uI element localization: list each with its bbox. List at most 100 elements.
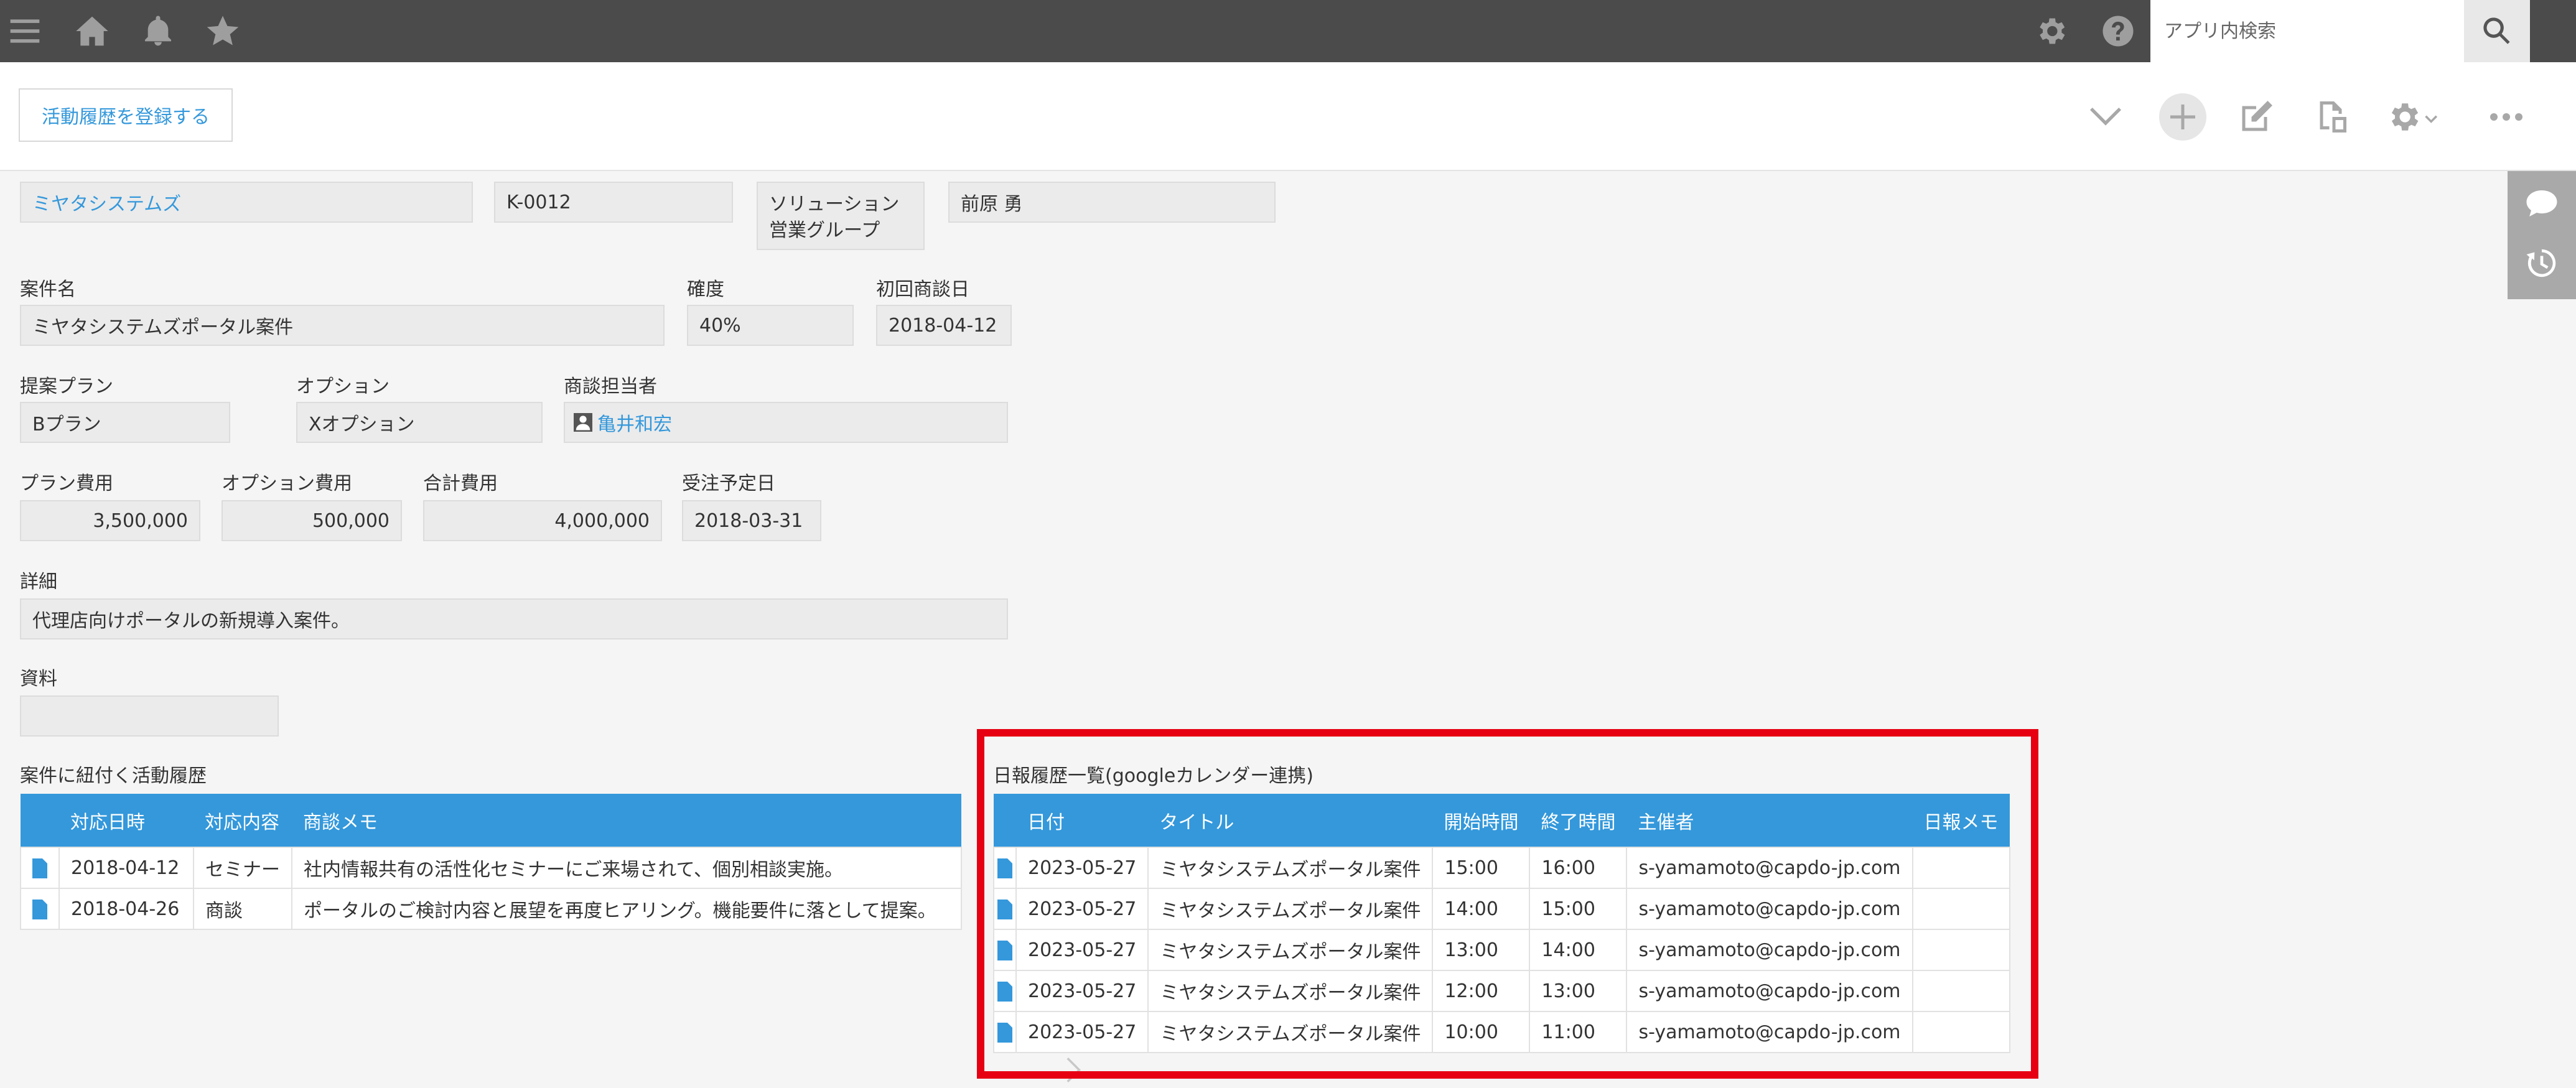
daily-icon-header bbox=[994, 794, 1016, 847]
gear-icon bbox=[2391, 103, 2438, 131]
search-input[interactable] bbox=[2150, 0, 2464, 62]
gear-icon[interactable] bbox=[2033, 14, 2068, 49]
table-row[interactable]: 2023-05-27 ミヤタシステムズポータル案件 14:00 15:00 s-… bbox=[993, 888, 2010, 930]
total-cost-label: 合計費用 bbox=[423, 473, 498, 495]
help-icon[interactable] bbox=[2101, 14, 2135, 49]
order-date-field: 2018-03-31 bbox=[682, 500, 821, 541]
total-cost-field: 4,000,000 bbox=[423, 500, 662, 541]
document-icon bbox=[997, 982, 1012, 1002]
document-icon bbox=[997, 941, 1012, 960]
daily-date: 2023-05-27 bbox=[1015, 1011, 1149, 1053]
star-icon[interactable] bbox=[205, 14, 240, 49]
table-row[interactable]: 2018-04-26 商談 ポータルのご検討内容と展望を再度ヒアリング。機能要件… bbox=[20, 888, 962, 930]
probability-label: 確度 bbox=[687, 279, 724, 300]
daily-memo bbox=[1911, 1011, 2010, 1053]
row-detail-link[interactable] bbox=[993, 888, 1017, 930]
side-panel bbox=[2508, 171, 2576, 299]
daily-title-cell: ミヤタシステムズポータル案件 bbox=[1147, 888, 1434, 930]
daily-date: 2023-05-27 bbox=[1015, 888, 1149, 930]
materials-field[interactable] bbox=[20, 695, 279, 737]
plus-icon[interactable] bbox=[2159, 93, 2206, 141]
owner-field: 前原 勇 bbox=[948, 182, 1276, 223]
detail-field: 代理店向けポータルの新規導入案件。 bbox=[20, 598, 1008, 639]
activity-date: 2018-04-26 bbox=[58, 888, 194, 930]
top-bar bbox=[0, 0, 2576, 62]
row-detail-link[interactable] bbox=[993, 847, 1017, 889]
activity-col-type: 対応内容 bbox=[194, 794, 292, 847]
bell-icon[interactable] bbox=[141, 14, 175, 49]
detail-label: 詳細 bbox=[20, 571, 57, 593]
daily-title-cell: ミヤタシステムズポータル案件 bbox=[1147, 1011, 1434, 1053]
search-button[interactable] bbox=[2464, 0, 2530, 62]
probability-field: 40% bbox=[687, 305, 854, 346]
activity-memo: ポータルのご検討内容と展望を再度ヒアリング。機能要件に落として提案。 bbox=[291, 888, 962, 930]
daily-start: 12:00 bbox=[1432, 970, 1531, 1012]
document-icon bbox=[32, 858, 47, 878]
daily-col-title: タイトル bbox=[1148, 794, 1433, 847]
table-row[interactable]: 2023-05-27 ミヤタシステムズポータル案件 15:00 16:00 s-… bbox=[993, 847, 2010, 889]
rep-field[interactable]: 亀井和宏 bbox=[564, 402, 1008, 443]
table-row[interactable]: 2018-04-12 セミナー 社内情報共有の活性化セミナーにご来場されて、個別… bbox=[20, 847, 962, 889]
record-toolbar: 活動履歴を登録する bbox=[0, 62, 2576, 171]
document-icon bbox=[997, 858, 1012, 878]
history-icon[interactable] bbox=[2524, 246, 2559, 281]
plan-field: Bプラン bbox=[20, 402, 230, 443]
daily-end: 15:00 bbox=[1529, 888, 1628, 930]
row-detail-link[interactable] bbox=[20, 847, 60, 889]
daily-organizer: s-yamamoto@capdo-jp.com bbox=[1626, 1011, 1913, 1053]
home-icon[interactable] bbox=[75, 14, 110, 49]
daily-memo bbox=[1911, 970, 2010, 1012]
daily-end: 13:00 bbox=[1529, 970, 1628, 1012]
activity-col-date: 対応日時 bbox=[59, 794, 194, 847]
first-meeting-label: 初回商談日 bbox=[876, 279, 969, 300]
daily-table: 日付 タイトル 開始時間 終了時間 主催者 日報メモ 2023-05-27 ミヤ… bbox=[993, 794, 2010, 1053]
table-row[interactable]: 2023-05-27 ミヤタシステムズポータル案件 13:00 14:00 s-… bbox=[993, 929, 2010, 971]
case-name-label: 案件名 bbox=[20, 279, 76, 300]
row-detail-link[interactable] bbox=[993, 1011, 1017, 1053]
daily-col-end: 終了時間 bbox=[1529, 794, 1627, 847]
company-field[interactable]: ミヤタシステムズ bbox=[20, 182, 473, 223]
activity-title: 案件に紐付く活動履歴 bbox=[20, 765, 207, 787]
register-activity-button[interactable]: 活動履歴を登録する bbox=[19, 88, 233, 142]
chevron-down-icon[interactable] bbox=[2082, 93, 2129, 141]
first-meeting-field: 2018-04-12 bbox=[876, 305, 1012, 346]
next-page-icon[interactable] bbox=[1065, 1058, 1084, 1082]
daily-end: 16:00 bbox=[1529, 847, 1628, 889]
activity-table: 対応日時 対応内容 商談メモ 2018-04-12 セミナー 社内情報共有の活性… bbox=[20, 794, 962, 930]
activity-icon-header bbox=[21, 794, 59, 847]
daily-date: 2023-05-27 bbox=[1015, 847, 1149, 889]
option-cost-field: 500,000 bbox=[222, 500, 402, 541]
materials-label: 資料 bbox=[20, 668, 57, 690]
daily-col-organizer: 主催者 bbox=[1626, 794, 1913, 847]
activity-col-memo: 商談メモ bbox=[292, 794, 961, 847]
activity-date: 2018-04-12 bbox=[58, 847, 194, 889]
menu-icon[interactable] bbox=[7, 14, 42, 49]
row-detail-link[interactable] bbox=[993, 970, 1017, 1012]
comment-icon[interactable] bbox=[2524, 186, 2559, 221]
row-detail-link[interactable] bbox=[993, 929, 1017, 971]
copy-icon[interactable] bbox=[2307, 93, 2354, 141]
daily-memo bbox=[1911, 929, 2010, 971]
activity-type: 商談 bbox=[193, 888, 292, 930]
daily-col-memo: 日報メモ bbox=[1912, 794, 2010, 847]
document-icon bbox=[997, 900, 1012, 919]
daily-memo bbox=[1911, 888, 2010, 930]
more-icon[interactable] bbox=[2483, 93, 2530, 141]
table-row[interactable]: 2023-05-27 ミヤタシステムズポータル案件 12:00 13:00 s-… bbox=[993, 970, 2010, 1012]
edit-icon[interactable] bbox=[2233, 93, 2280, 141]
daily-title-cell: ミヤタシステムズポータル案件 bbox=[1147, 847, 1434, 889]
option-label: オプション bbox=[296, 376, 390, 398]
daily-date: 2023-05-27 bbox=[1015, 929, 1149, 971]
document-icon bbox=[32, 900, 47, 919]
rep-name[interactable]: 亀井和宏 bbox=[597, 409, 672, 436]
activity-type: セミナー bbox=[193, 847, 292, 889]
activity-memo: 社内情報共有の活性化セミナーにご来場されて、個別相談実施。 bbox=[291, 847, 962, 889]
document-icon bbox=[997, 1023, 1012, 1043]
code-field: K-0012 bbox=[494, 182, 733, 223]
settings-dropdown[interactable] bbox=[2383, 93, 2445, 141]
option-cost-label: オプション費用 bbox=[222, 473, 352, 495]
table-row[interactable]: 2023-05-27 ミヤタシステムズポータル案件 10:00 11:00 s-… bbox=[993, 1011, 2010, 1053]
row-detail-link[interactable] bbox=[20, 888, 60, 930]
daily-title-cell: ミヤタシステムズポータル案件 bbox=[1147, 929, 1434, 971]
daily-organizer: s-yamamoto@capdo-jp.com bbox=[1626, 847, 1913, 889]
